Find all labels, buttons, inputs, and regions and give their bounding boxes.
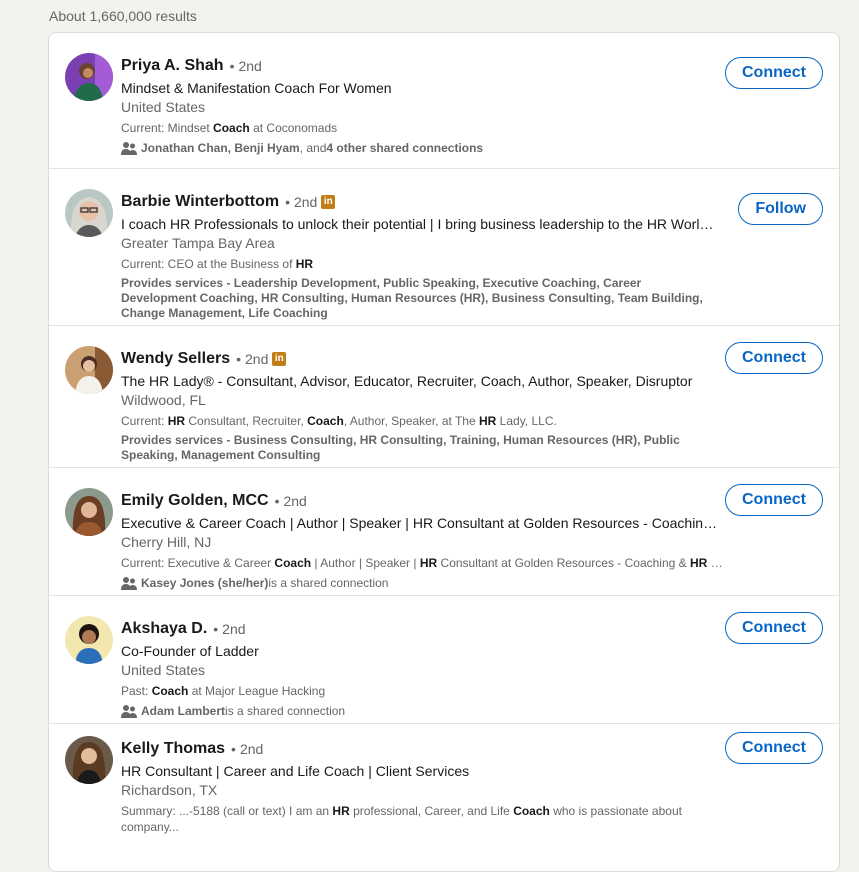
linkedin-premium-icon: in [272,352,287,366]
profile-name-link[interactable]: Akshaya D. [121,618,207,640]
shared-connections[interactable]: Jonathan Chan, Benji Hyam, and 4 other s… [121,140,723,156]
connection-degree: 2nd [293,194,318,210]
profile-summary: Summary: ...-5188 (call or text) I am an… [121,804,682,834]
connect-button[interactable]: Connect [725,612,823,644]
current-position-summary: Current: Mindset Coach at Coconomads [121,121,338,135]
linkedin-premium-icon: in [321,195,336,209]
connection-degree: 2nd [238,58,262,74]
current-position-summary: Current: Executive & Career Coach | Auth… [121,556,723,570]
profile-location: Greater Tampa Bay Area [121,235,275,251]
profile-headline: The HR Lady® - Consultant, Advisor, Educ… [121,373,693,389]
result-row-priya-shah: Priya A. Shah • 2nd Mindset & Manifestat… [49,33,839,169]
connection-degree: 2nd [245,351,269,367]
connection-degree: 2nd [222,621,246,637]
connect-button[interactable]: Connect [725,484,823,516]
shared-connections[interactable]: Adam Lambert is a shared connection [121,703,723,719]
result-row-akshaya-d: Akshaya D. • 2nd Co-Founder of Ladder Un… [49,596,839,724]
avatar[interactable] [65,488,113,536]
connection-degree: 2nd [283,493,307,509]
avatar[interactable] [65,53,113,101]
people-icon [121,705,137,718]
profile-name-link[interactable]: Wendy Sellers [121,348,230,370]
avatar[interactable] [65,189,113,237]
profile-name-link[interactable]: Priya A. Shah [121,55,224,77]
profile-name-link[interactable]: Kelly Thomas [121,738,225,760]
avatar[interactable] [65,736,113,784]
profile-headline: I coach HR Professionals to unlock their… [121,216,715,232]
profile-location: Richardson, TX [121,782,218,798]
results-count: About 1,660,000 results [49,8,197,24]
past-position-summary: Past: Coach at Major League Hacking [121,684,326,698]
separator-dot: • [231,741,236,757]
separator-dot: • [236,351,241,367]
separator-dot: • [285,194,290,210]
profile-headline: Co-Founder of Ladder [121,643,259,659]
avatar[interactable] [65,616,113,664]
result-row-kelly-thomas: Kelly Thomas • 2nd HR Consultant | Caree… [49,724,839,871]
connect-button[interactable]: Connect [725,732,823,764]
provides-services: Provides services - Business Consulting,… [121,433,680,462]
profile-location: Wildwood, FL [121,392,206,408]
profile-location: Cherry Hill, NJ [121,534,212,550]
result-row-emily-golden: Emily Golden, MCC • 2nd Executive & Care… [49,468,839,596]
profile-location: United States [121,99,206,115]
people-icon [121,577,137,590]
profile-name-link[interactable]: Barbie Winterbottom [121,191,279,213]
profile-name-link[interactable]: Emily Golden, MCC [121,490,269,512]
connect-button[interactable]: Connect [725,57,823,89]
connection-degree: 2nd [239,741,264,757]
people-icon [121,142,137,155]
separator-dot: • [213,621,219,637]
profile-headline: HR Consultant | Career and Life Coach | … [121,763,470,779]
follow-button[interactable]: Follow [738,193,823,225]
shared-connections[interactable]: Kasey Jones (she/her) is a shared connec… [121,575,723,591]
provides-services: Provides services - Leadership Developme… [121,276,703,320]
profile-headline: Executive & Career Coach | Author | Spea… [121,515,723,531]
separator-dot: • [229,58,235,74]
connect-button[interactable]: Connect [725,342,823,374]
avatar[interactable] [65,346,113,394]
profile-headline: Mindset & Manifestation Coach For Women [121,80,392,96]
search-results-list: Priya A. Shah • 2nd Mindset & Manifestat… [48,32,840,872]
result-row-wendy-sellers: Wendy Sellers • 2nd in The HR Lady® - Co… [49,326,839,468]
current-position-summary: Current: CEO at the Business of HR [121,257,314,271]
profile-location: United States [121,662,206,678]
result-row-barbie-winterbottom: Barbie Winterbottom • 2nd in I coach HR … [49,169,839,326]
current-position-summary: Current: HR Consultant, Recruiter, Coach… [121,414,557,428]
separator-dot: • [274,493,280,509]
